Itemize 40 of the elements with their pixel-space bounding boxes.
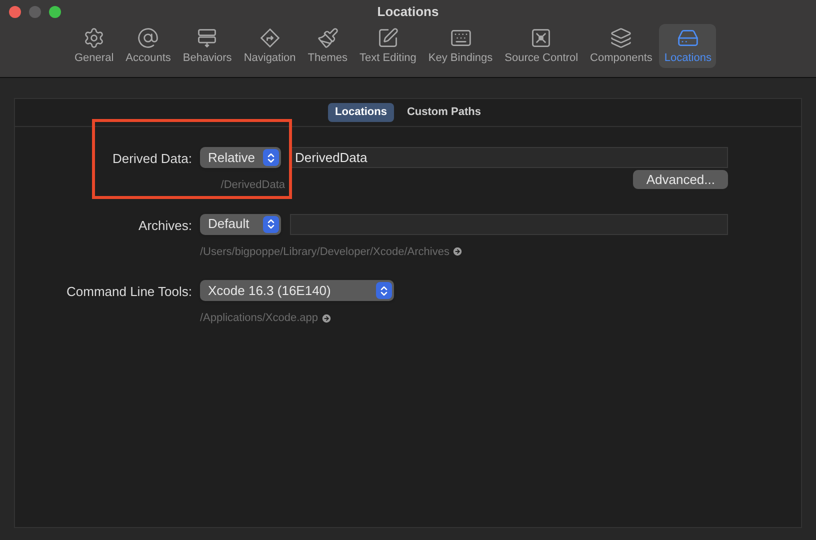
row-label: Derived Data: — [112, 150, 192, 168]
toolbar-tab[interactable]: Accounts — [120, 24, 176, 68]
edit-icon — [376, 27, 399, 49]
advanced-button[interactable]: Advanced... — [633, 170, 728, 189]
toolbar-tab[interactable]: Components — [585, 24, 658, 68]
toolbar-tab[interactable]: Themes — [302, 24, 353, 68]
layers-icon — [610, 27, 632, 49]
row-label: Archives: — [138, 216, 192, 234]
window-title: Locations — [377, 3, 439, 22]
paintbrush-icon — [316, 27, 339, 49]
zoom-icon[interactable] — [49, 6, 61, 18]
toolbar-tab[interactable]: Source Control — [500, 24, 584, 68]
segment-tab[interactable]: Locations — [328, 103, 394, 122]
close-icon[interactable] — [9, 6, 21, 18]
stepper-icon — [263, 216, 279, 232]
popup-button[interactable]: Default — [200, 214, 281, 234]
toolbar-tab[interactable]: Navigation — [238, 24, 301, 68]
path-field[interactable]: DerivedData — [290, 147, 728, 168]
popup-button[interactable]: Xcode 16.3 (16E140) — [200, 280, 394, 301]
toolbar-tab[interactable]: Locations — [659, 24, 716, 68]
path-text: /Users/bigpoppe/Library/Developer/Xcode/Archives — [200, 244, 450, 260]
toolbar-tab[interactable]: Behaviors — [178, 24, 237, 68]
stepper-icon — [263, 149, 279, 166]
path-text: /DerivedData — [220, 178, 285, 193]
gear-icon — [83, 27, 106, 49]
stacked-bars-icon — [196, 27, 218, 49]
stepper-icon — [376, 282, 392, 299]
keyboard-icon — [450, 27, 472, 49]
popup-button[interactable]: Relative — [200, 147, 281, 168]
source-control-icon — [530, 27, 552, 49]
path-field[interactable] — [290, 214, 728, 234]
at-sign-icon — [137, 27, 160, 49]
path-text: /Applications/Xcode.app — [200, 311, 318, 326]
toolbar-tab[interactable]: Key Bindings — [423, 24, 498, 68]
signpost-icon — [258, 27, 281, 49]
toolbar-tab[interactable]: General — [70, 24, 119, 68]
row-label: Command Line Tools: — [66, 283, 192, 301]
toolbar-tab[interactable]: Text Editing — [354, 24, 422, 68]
drive-icon — [676, 27, 699, 49]
segment-tab[interactable]: Custom Paths — [400, 103, 488, 122]
